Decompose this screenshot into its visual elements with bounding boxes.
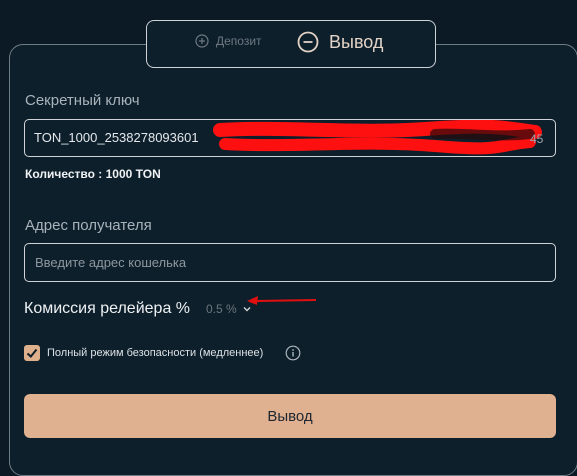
secret-key-input[interactable]: TON_1000_2538278093601 45 [24, 119, 556, 157]
relayer-fee-value: 0.5 % [206, 302, 237, 316]
safety-mode-label: Полный режим безопасности (медленнее) [47, 347, 264, 359]
annotation-arrow-icon [247, 296, 317, 305]
tab-withdraw[interactable]: Вывод [297, 31, 383, 53]
tab-withdraw-label: Вывод [329, 31, 384, 52]
relayer-fee-label: Комиссия релейера % [24, 300, 191, 317]
redaction-scribble: 45 [213, 120, 544, 155]
recipient-label: Адрес получателя [25, 217, 152, 234]
withdraw-submit-button[interactable]: Вывод [24, 394, 556, 438]
plus-circle-icon [195, 34, 209, 48]
check-icon [26, 348, 38, 358]
recipient-address-input[interactable] [24, 243, 556, 282]
tab-deposit[interactable]: Депозит [195, 34, 262, 48]
secret-key-label: Секретный ключ [25, 92, 140, 109]
amount-text: Количество : 1000 TON [25, 167, 161, 181]
info-icon[interactable] [285, 345, 301, 361]
minus-circle-icon [297, 31, 319, 53]
svg-text:45: 45 [530, 132, 544, 146]
safety-mode-checkbox[interactable] [24, 345, 40, 361]
tab-switcher: Депозит Вывод [146, 20, 436, 68]
tab-deposit-label: Депозит [216, 34, 262, 48]
